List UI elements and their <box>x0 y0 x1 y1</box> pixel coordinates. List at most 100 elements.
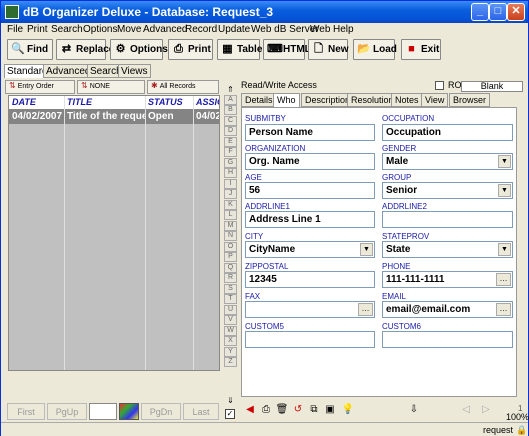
replace-button[interactable]: ⇄ Replace <box>56 39 114 60</box>
phone-field[interactable]: 111-111-1111… <box>382 271 513 288</box>
alpha-y[interactable]: Y <box>224 347 237 357</box>
record-jump-input[interactable] <box>89 403 117 420</box>
alpha-d[interactable]: D <box>224 126 237 136</box>
trash-icon[interactable]: 🗑 <box>275 402 289 417</box>
alpha-o[interactable]: O <box>224 242 237 252</box>
submitby-field[interactable]: Person Name <box>245 124 375 141</box>
city-select[interactable]: CityName ▼ <box>245 241 375 258</box>
alpha-q[interactable]: Q <box>224 263 237 273</box>
pgup-button[interactable]: PgUp <box>47 403 87 420</box>
alpha-t[interactable]: T <box>224 294 237 304</box>
alpha-n[interactable]: N <box>224 231 237 241</box>
alpha-h[interactable]: H <box>224 168 237 178</box>
alpha-l[interactable]: L <box>224 210 237 220</box>
zippostal-field[interactable]: 12345 <box>245 271 375 288</box>
alpha-f[interactable]: F <box>224 147 237 157</box>
fax-field[interactable]: … <box>245 301 375 318</box>
exit-button[interactable]: ■ Exit <box>401 39 441 60</box>
tab-advanced[interactable]: Advanced <box>43 64 94 78</box>
options-button[interactable]: ⚙ Options <box>110 39 168 60</box>
paste-record-icon[interactable]: ▣ <box>323 402 337 417</box>
find-button[interactable]: 🔍 Find <box>7 39 53 60</box>
alpha-p[interactable]: P <box>224 252 237 262</box>
blank-button[interactable]: Blank <box>461 81 523 92</box>
chevron-down-icon[interactable]: ▼ <box>498 155 511 168</box>
custom6-field[interactable] <box>382 331 513 348</box>
group-select[interactable]: Senior ▼ <box>382 182 513 199</box>
entry-order-button[interactable]: ⇅ Entry Order <box>5 80 75 94</box>
maximize-button[interactable]: □ <box>489 3 507 21</box>
first-button[interactable]: First <box>7 403 45 420</box>
alpha-w[interactable]: W <box>224 326 237 336</box>
alpha-down-arrow-icon[interactable]: ⇓ <box>224 396 237 406</box>
load-button[interactable]: 📂 Load <box>353 39 397 60</box>
menu-advanced[interactable]: Advanced <box>143 24 187 35</box>
last-button[interactable]: Last <box>183 403 219 420</box>
addrline2-field[interactable] <box>382 211 513 228</box>
menu-web[interactable]: Web <box>310 24 330 35</box>
menu-file[interactable]: File <box>7 24 23 35</box>
alpha-i[interactable]: I <box>224 179 237 189</box>
more-icon[interactable]: … <box>496 303 511 316</box>
html-button[interactable]: ⌨ HTML <box>263 39 311 60</box>
menu-options[interactable]: Options <box>83 24 117 35</box>
copy-record-icon[interactable]: ⧉ <box>307 402 321 417</box>
lightbulb-icon[interactable]: 💡 <box>341 402 355 417</box>
col-title[interactable]: TITLE <box>67 97 92 107</box>
more-icon[interactable]: … <box>496 273 511 286</box>
tab-browser[interactable]: Browser <box>449 93 491 107</box>
records-grid[interactable]: DATE TITLE STATUS ASSIG 04/02/2007 Title… <box>8 95 220 371</box>
menu-web-db-server[interactable]: Web dB Server <box>251 24 319 35</box>
alpha-j[interactable]: J <box>224 189 237 199</box>
menu-move[interactable]: Move <box>117 24 141 35</box>
stateprov-select[interactable]: State ▼ <box>382 241 513 258</box>
organization-field[interactable]: Org. Name <box>245 153 375 170</box>
printer-icon[interactable]: ⎙ <box>259 402 273 417</box>
chevron-down-icon[interactable]: ▼ <box>498 184 511 197</box>
alpha-m[interactable]: M <box>224 221 237 231</box>
tab-view[interactable]: View <box>421 93 449 107</box>
email-field[interactable]: email@email.com… <box>382 301 513 318</box>
export-icon[interactable]: ⇩ <box>407 402 421 417</box>
read-only-checkbox[interactable] <box>435 81 444 90</box>
table-row[interactable]: 04/02/2007 Title of the request Open 04/… <box>9 109 219 124</box>
col-assigned[interactable]: ASSIG <box>196 97 219 107</box>
all-records-button[interactable]: ✱ All Records <box>147 80 219 94</box>
menu-record[interactable]: Record <box>185 24 217 35</box>
alpha-k[interactable]: K <box>224 200 237 210</box>
menu-search[interactable]: Search <box>51 24 83 35</box>
tab-views[interactable]: Views <box>118 64 151 78</box>
filter-none-button[interactable]: ⇅ NONE <box>77 80 145 94</box>
alpha-u[interactable]: U <box>224 305 237 315</box>
undo-icon[interactable]: ↺ <box>291 402 305 417</box>
menu-update[interactable]: Update <box>218 24 250 35</box>
table-button[interactable]: ▦ Table <box>217 39 262 60</box>
minimize-button[interactable]: _ <box>471 3 489 21</box>
alpha-r[interactable]: R <box>224 273 237 283</box>
tab-who[interactable]: Who <box>273 93 300 108</box>
close-button[interactable]: ✕ <box>507 3 525 21</box>
color-palette-icon[interactable] <box>119 403 139 420</box>
prev-record-icon[interactable]: ◁ <box>459 402 473 417</box>
alpha-g[interactable]: G <box>224 158 237 168</box>
pgdn-button[interactable]: PgDn <box>141 403 181 420</box>
custom5-field[interactable] <box>245 331 375 348</box>
form-scrollbar[interactable] <box>520 107 528 397</box>
alpha-c[interactable]: C <box>224 116 237 126</box>
select-checkbox[interactable]: ✓ <box>225 409 235 419</box>
col-status[interactable]: STATUS <box>148 97 183 107</box>
alpha-v[interactable]: V <box>224 315 237 325</box>
alpha-a[interactable]: A <box>224 95 237 105</box>
more-icon[interactable]: … <box>358 303 373 316</box>
alpha-b[interactable]: B <box>224 105 237 115</box>
tab-details[interactable]: Details <box>241 93 277 107</box>
print-button[interactable]: ⎙ Print <box>168 39 213 60</box>
chevron-down-icon[interactable]: ▼ <box>498 243 511 256</box>
tab-resolution[interactable]: Resolution <box>347 93 398 107</box>
alpha-s[interactable]: S <box>224 284 237 294</box>
chevron-down-icon[interactable]: ▼ <box>360 243 373 256</box>
alpha-z[interactable]: Z <box>224 357 237 367</box>
gender-select[interactable]: Male ▼ <box>382 153 513 170</box>
next-record-icon[interactable]: ▷ <box>479 402 493 417</box>
occupation-field[interactable]: Occupation <box>382 124 513 141</box>
